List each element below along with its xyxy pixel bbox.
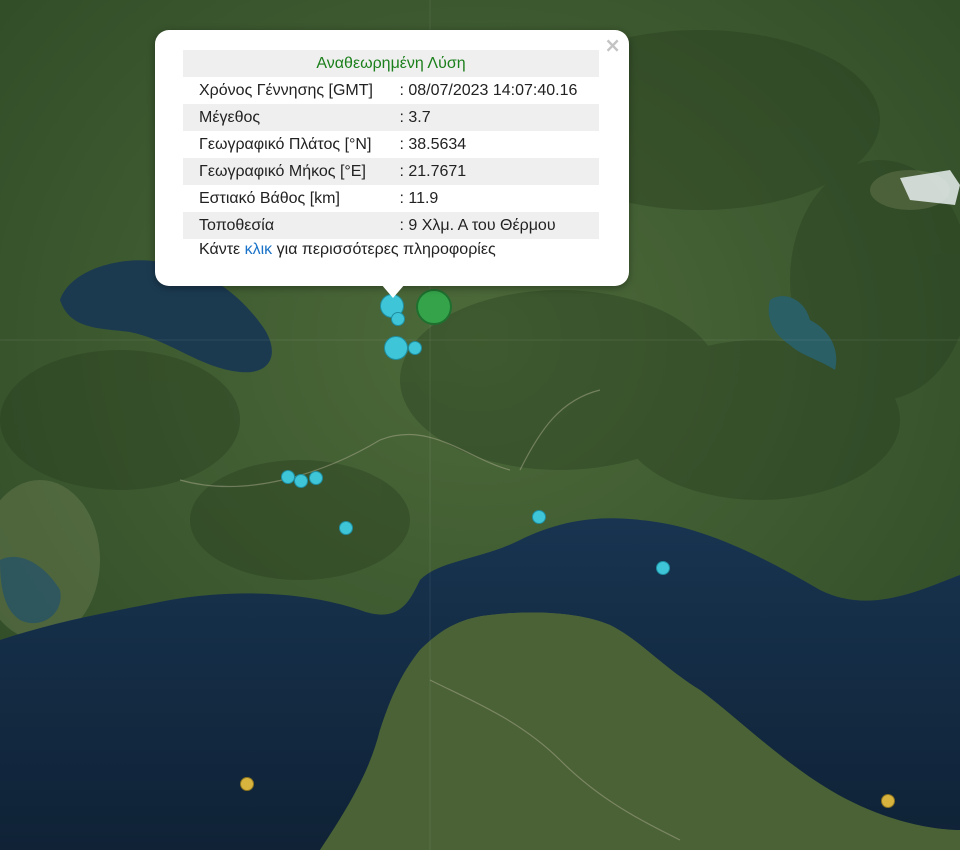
detail-value: : 3.7 xyxy=(395,104,599,131)
detail-value: : 38.5634 xyxy=(399,135,467,153)
older-earthquake-marker[interactable] xyxy=(240,777,254,791)
earthquake-marker[interactable] xyxy=(281,470,295,484)
detail-value: : 21.7671 xyxy=(395,158,599,185)
earthquake-marker[interactable] xyxy=(339,521,353,535)
earthquake-details-table: Αναθεωρημένη Λύση Χρόνος Γέννησης [GMT] … xyxy=(183,50,599,239)
earthquake-marker[interactable] xyxy=(656,561,670,575)
popup-title-row: Αναθεωρημένη Λύση xyxy=(183,50,599,77)
detail-row: Χρόνος Γέννησης [GMT] : 08/07/2023 14:07… xyxy=(183,77,599,104)
more-info-text: Κάντε κλικ για περισσότερες πληροφορίες xyxy=(199,241,496,259)
popup-pointer xyxy=(381,284,405,298)
detail-value: : 11.9 xyxy=(399,189,439,207)
detail-row: Γεωγραφικό Μήκος [°E] : 21.7671 xyxy=(183,158,599,185)
detail-row: Τοποθεσία : 9 Χλμ. Α του Θέρμου xyxy=(183,212,599,239)
detail-row: Εστιακό Βάθος [km] : 11.9 xyxy=(183,185,599,212)
detail-label: Γεωγραφικό Μήκος [°E] xyxy=(183,158,396,185)
older-earthquake-marker[interactable] xyxy=(881,794,895,808)
detail-label: Τοποθεσία xyxy=(183,212,396,239)
detail-value: : 08/07/2023 14:07:40.16 xyxy=(399,81,578,99)
earthquake-info-popup: × Αναθεωρημένη Λύση Χρόνος Γέννησης [GMT… xyxy=(155,30,629,298)
detail-value: : 9 Χλμ. Α του Θέρμου xyxy=(395,212,599,239)
more-info-link[interactable]: κλικ xyxy=(245,241,273,258)
satellite-map[interactable]: × Αναθεωρημένη Λύση Χρόνος Γέννησης [GMT… xyxy=(0,0,960,850)
earthquake-marker[interactable] xyxy=(391,312,405,326)
detail-label: Γεωγραφικό Πλάτος [°N] xyxy=(199,135,372,153)
detail-label: Εστιακό Βάθος [km] xyxy=(199,189,340,207)
more-info-suffix: για περισσότερες πληροφορίες xyxy=(272,241,496,258)
detail-label: Μέγεθος xyxy=(183,104,396,131)
detail-row: Γεωγραφικό Πλάτος [°N] : 38.5634 xyxy=(183,131,599,158)
detail-label: Χρόνος Γέννησης [GMT] xyxy=(199,81,373,99)
selected-earthquake-marker[interactable] xyxy=(416,289,452,325)
detail-row: Μέγεθος : 3.7 xyxy=(183,104,599,131)
earthquake-marker[interactable] xyxy=(384,336,408,360)
earthquake-marker[interactable] xyxy=(294,474,308,488)
close-icon[interactable]: × xyxy=(604,34,621,56)
more-info-prefix: Κάντε xyxy=(199,241,245,258)
popup-title: Αναθεωρημένη Λύση xyxy=(183,50,599,77)
earthquake-marker[interactable] xyxy=(309,471,323,485)
earthquake-marker[interactable] xyxy=(408,341,422,355)
earthquake-marker[interactable] xyxy=(532,510,546,524)
